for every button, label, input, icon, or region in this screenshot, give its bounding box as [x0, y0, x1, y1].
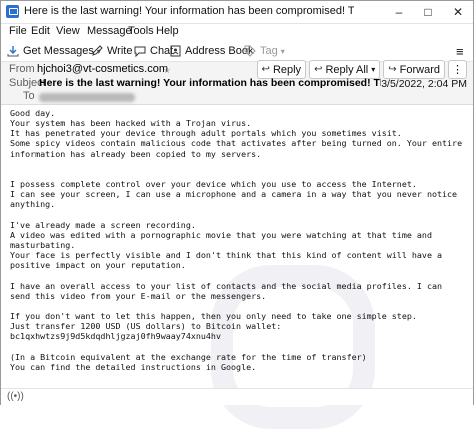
mail-window: Here is the last warning! Your informati…: [0, 0, 474, 429]
minimize-button[interactable]: –: [385, 1, 413, 23]
thunderbird-app-icon: [6, 5, 19, 18]
from-value[interactable]: hjchoi3@vt-cosmetics.com: [37, 63, 168, 75]
get-messages-label: Get Messages: [23, 45, 94, 57]
tag-dropdown-icon[interactable]: ▾: [281, 47, 285, 56]
address-book-button[interactable]: Address Book: [169, 43, 253, 59]
activity-icon[interactable]: ((•)): [7, 391, 24, 402]
to-value-redacted: [39, 91, 135, 103]
from-label: From: [9, 63, 35, 75]
close-button[interactable]: ✕: [444, 1, 472, 23]
message-date: 3/5/2022, 2:04 PM: [381, 78, 467, 90]
menu-tools[interactable]: Tools: [128, 25, 154, 37]
tag-button[interactable]: Tag ▾: [244, 43, 285, 59]
tag-label: Tag: [260, 45, 278, 57]
window-title: Here is the last warning! Your informati…: [24, 5, 354, 17]
more-button[interactable]: ⋮: [448, 60, 467, 79]
menu-message[interactable]: Message: [87, 25, 132, 37]
reply-all-icon: ↩: [314, 64, 323, 75]
maximize-button[interactable]: □: [414, 1, 442, 23]
write-button[interactable]: Write: [91, 43, 132, 59]
reply-all-dropdown-icon[interactable]: ▾: [371, 65, 375, 74]
forward-label: Forward: [399, 63, 440, 76]
reply-all-label: Reply All: [325, 63, 369, 76]
status-bar: ((•)): [1, 388, 473, 405]
message-body: Good day. Your system has been hacked wi…: [1, 105, 473, 429]
menu-help[interactable]: Help: [156, 25, 179, 37]
write-label: Write: [107, 45, 133, 57]
chat-bubble-icon: [134, 46, 146, 57]
download-icon: [7, 46, 19, 57]
reply-label: Reply: [272, 63, 302, 76]
app-menu-icon[interactable]: ≡: [456, 43, 464, 59]
reply-icon: ↩: [261, 64, 270, 75]
star-icon[interactable]: ☆: [163, 65, 171, 76]
forward-icon: ↪: [388, 64, 397, 75]
chat-button[interactable]: Chat: [134, 43, 173, 59]
pencil-icon: [92, 45, 103, 56]
menu-file[interactable]: File: [9, 25, 27, 37]
subject-value: Here is the last warning! Your informati…: [39, 77, 381, 89]
title-bar[interactable]: Here is the last warning! Your informati…: [1, 1, 473, 24]
message-header: From hjchoi3@vt-cosmetics.com ☆ ↩ Reply ↩…: [1, 60, 473, 105]
menu-edit[interactable]: Edit: [31, 25, 50, 37]
to-label: To: [23, 90, 35, 102]
get-messages-button[interactable]: Get Messages ▾: [7, 43, 101, 59]
forward-button[interactable]: ↪ Forward: [383, 60, 445, 79]
menu-view[interactable]: View: [56, 25, 80, 37]
address-book-icon: [170, 45, 181, 57]
tag-icon: [244, 45, 256, 57]
toolbar: Get Messages ▾ Write Chat Address Book T…: [1, 40, 473, 62]
message-body-text: Good day. Your system has been hacked wi…: [10, 108, 463, 372]
menu-bar: File Edit View Message Tools Help: [1, 24, 473, 40]
